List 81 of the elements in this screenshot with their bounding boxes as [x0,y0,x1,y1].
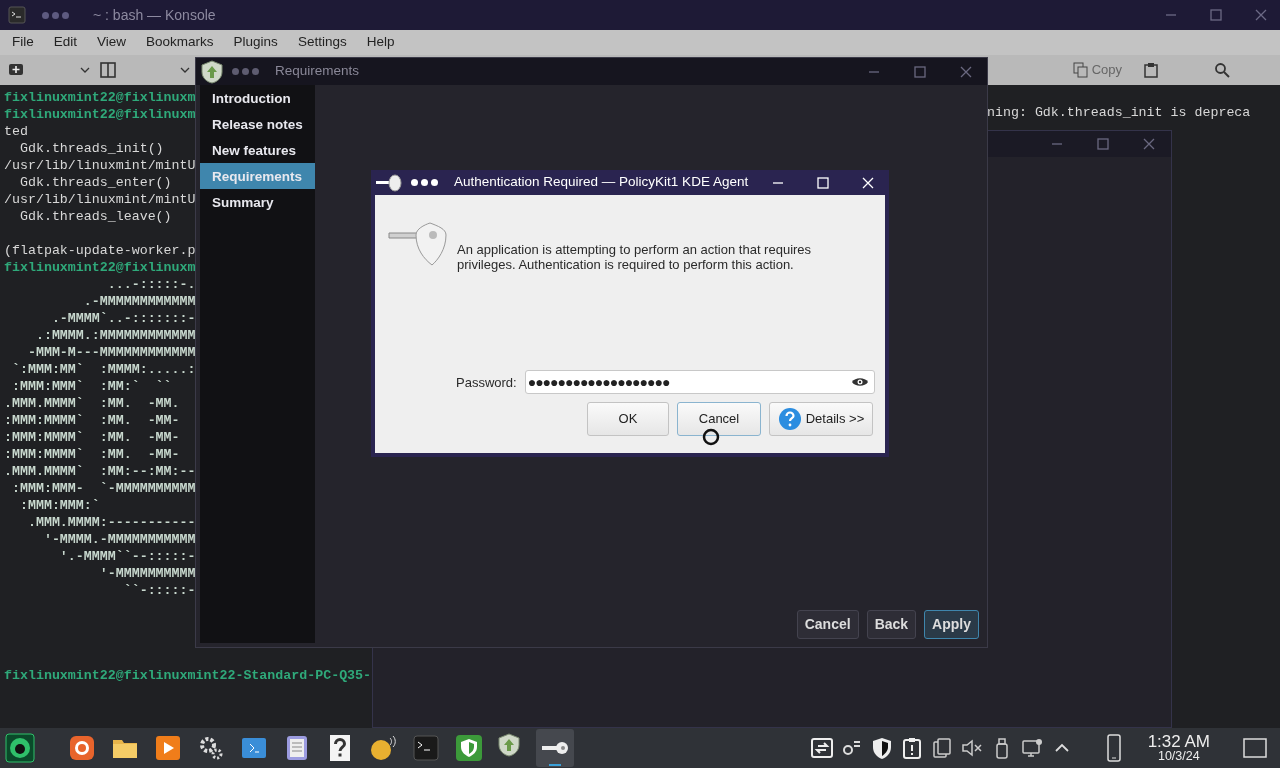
split-view-icon[interactable] [100,62,116,78]
ascii-art-line: -MMM-M---MMMMMMMMMMMM [26,344,196,361]
dialog-button[interactable]: Cancel [677,402,761,436]
app-launcher-icon[interactable] [5,733,35,763]
window-title: Authentication Required — PolicyKit1 KDE Agent [454,173,749,192]
menu-item[interactable]: View [89,32,135,53]
ascii-art-line: :MMM:MMM:` [18,497,100,514]
menu-item[interactable]: Settings [289,32,355,53]
ascii-art-line: :MMM:MMMM` :MM. -MM- [4,446,180,463]
show-desktop-icon[interactable] [1242,736,1268,760]
ascii-art-line: '-MMMM.-MMMMMMMMMMM [42,531,196,548]
window-title: ~ : bash — Konsole [93,5,216,25]
clock[interactable]: 1:32 AM 10/3/24 [1147,732,1210,764]
caret-icon[interactable] [180,66,190,74]
key-icon[interactable] [375,172,403,193]
ascii-art-line: ...-:::::-. [106,276,196,293]
window-menu-dots-icon[interactable] [411,179,438,186]
menu-item[interactable]: Edit [45,32,86,53]
terminal-output-line: ted [4,123,28,140]
window-menu-dots-icon[interactable] [232,68,259,75]
menu-item[interactable]: Bookmarks [138,32,222,53]
sidebar-item[interactable]: Summary [200,189,315,215]
dialog-button[interactable]: Back [866,610,917,639]
terminal-output-line: /usr/lib/linuxmint/mintU [4,157,196,174]
play-icon [153,733,183,763]
window-title: Requirements [275,62,360,81]
menu-item[interactable]: Plugins [225,32,286,53]
terminal-output-line: /usr/lib/linuxmint/mintU [4,191,196,208]
paste-icon[interactable] [1144,62,1158,78]
field-label: Password: [456,374,517,390]
caret-icon[interactable] [80,66,90,74]
window-menu-dots-icon[interactable] [42,11,69,19]
ascii-art-line: :MMM:MMM` :MM:` `` [10,378,172,395]
shell-prompt: fixlinuxmint22@fixlinuxm [4,89,196,106]
new-tab-icon[interactable] [8,62,24,78]
ascii-art-line: :MMM:MMMM` :MM. -MM- [4,412,180,429]
ascii-art-line: ``-:::::- [122,582,196,599]
terminal-icon [411,733,441,763]
eye-icon[interactable] [850,376,869,388]
ascii-art-line: :MMM:MMMM` :MM. -MM- [4,429,180,446]
terminal-output-line: (flatpak-update-worker.p [4,242,196,259]
network-icon[interactable] [1019,736,1044,760]
shell-prompt: fixlinuxmint22@fixlinuxmint22-Standard-PC-Q35- [4,667,372,684]
sidebar-item[interactable]: Introduction [200,85,315,111]
sidebar-item[interactable]: Release notes [200,111,315,137]
task-switch-icon[interactable] [809,736,834,760]
shell-prompt: fixlinuxmint22@fixlinuxm [4,259,196,276]
help-icon [777,407,802,431]
password-field[interactable]: ●●●●●●●●●●●●●●●●●●● [524,370,875,394]
menu-item[interactable]: File [4,32,42,53]
sidebar-item[interactable]: New features [200,137,315,163]
key-shield-icon [388,221,448,267]
shell-prompt: fixlinuxmint22@fixlinuxm [4,106,196,123]
dialog-button[interactable]: Apply [924,610,979,639]
taskbar-app[interactable] [536,729,574,767]
ascii-art-line: .-MMMMMMMMMMMM [82,293,196,310]
terminal-icon[interactable] [8,6,26,24]
ascii-art-line: '.-MMMM``--:::::- [58,548,196,565]
ascii-art-line: .MMM.MMMM` :MM:--:MM:-- [4,463,196,480]
ascii-art-line: :MMM:MMM- `-MMMMMMMMMM [10,480,196,497]
ascii-art-line: .MMM.MMMM` :MM. -MM. [4,395,180,412]
mouse-cursor-icon [702,428,720,446]
ascii-art-line: '-MMMMMMMMMM [98,565,196,582]
dialog-button[interactable]: Details >> [769,402,873,436]
menu-item[interactable]: Help [358,32,403,53]
search-icon[interactable] [1214,62,1230,78]
terminal-output-line: Gdk.threads_init() [18,140,164,157]
terminal-output-line: Gdk.threads_leave() [18,208,172,225]
dialog-button[interactable]: OK [587,402,669,436]
ascii-art-line: .:MMMM.:MMMMMMMMMMMM [34,327,196,344]
ascii-art-line: .MMM.MMMM:----------- [26,514,196,531]
ascii-art-line: .-MMMM`..-:::::::- [50,310,196,327]
ascii-art-line: `:MMM:MM` :MMMM:.....: [10,361,196,378]
terminal-output-line: Gdk.threads_enter() [18,174,172,191]
browser-icon [67,733,97,763]
dialog-message: An application is attempting to perform an action that requires privileges. Authentication is required to perform this action. [457,242,813,272]
shield-icon [454,733,484,763]
terminal-output-line: ning: Gdk.threads_init is depreca [987,104,1251,121]
shield-icon[interactable] [200,59,224,84]
copy-icon [1072,62,1088,78]
dialog-button[interactable]: Cancel [796,610,859,639]
